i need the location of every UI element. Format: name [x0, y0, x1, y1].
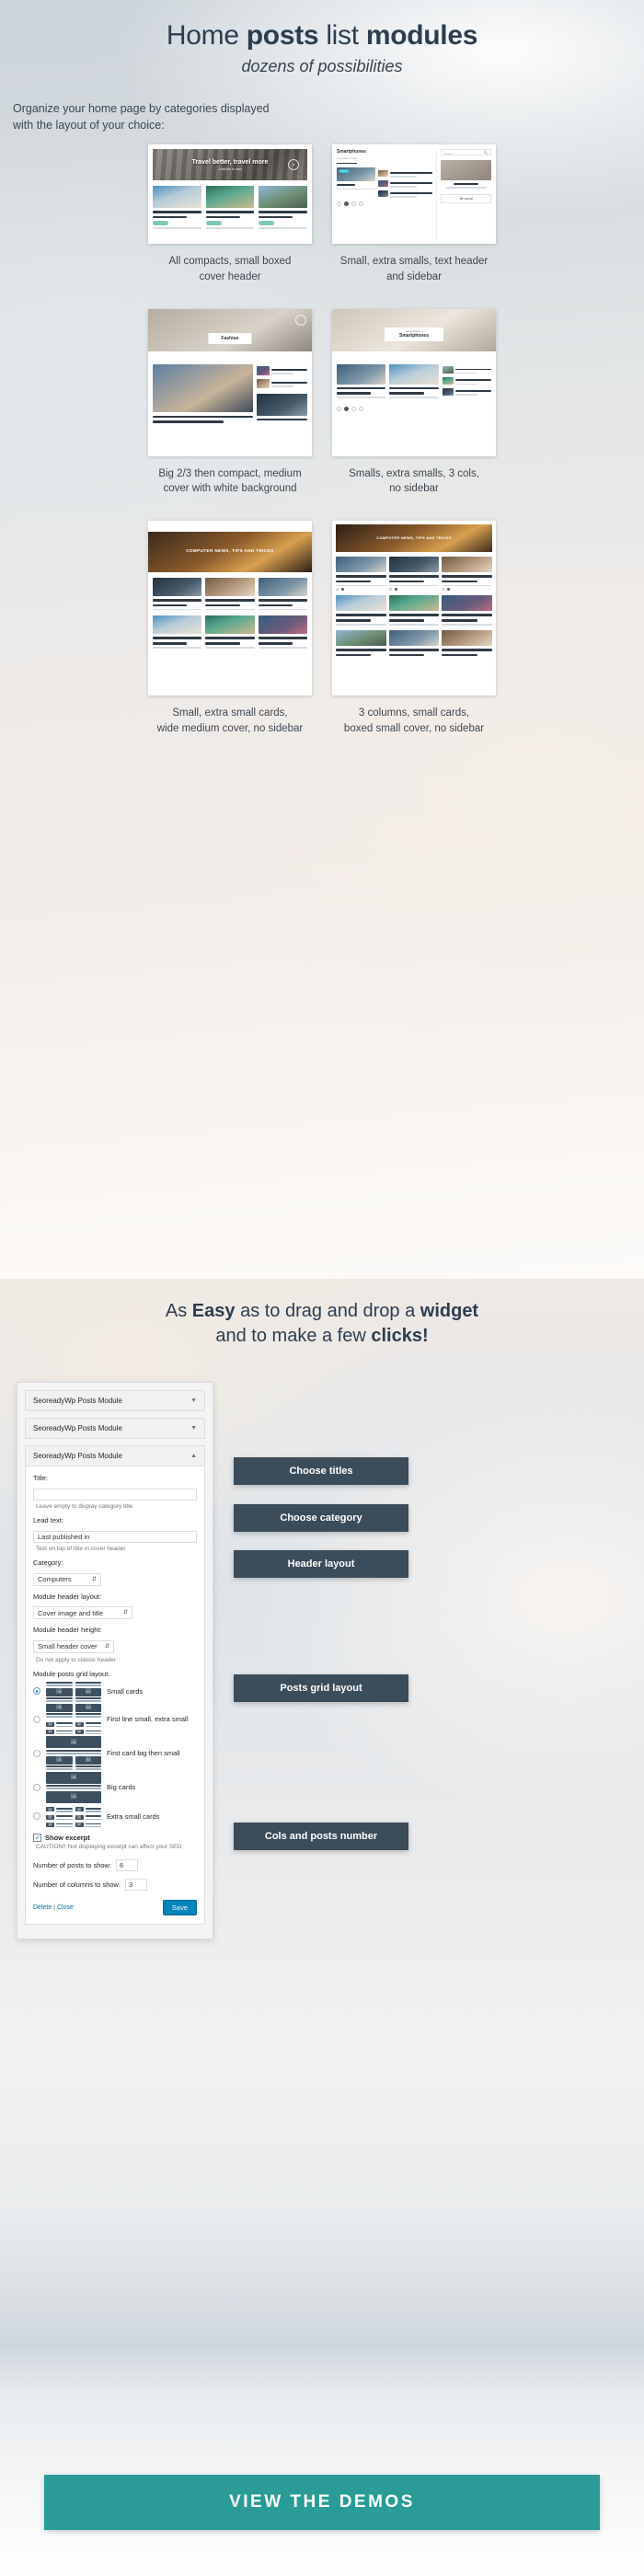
layout-caption-3: Big 2/3 then compact, medium cover with …	[158, 467, 302, 495]
grid-option-first-card-big[interactable]: First card big then small	[33, 1736, 197, 1770]
layout-preview-2[interactable]: Smartphones 5 articles to read Promo Sea…	[332, 144, 496, 245]
section-title: As Easy as to drag and drop a widget and…	[165, 1301, 479, 1346]
close-link[interactable]: Close	[57, 1904, 74, 1911]
preview-first-line-small	[46, 1703, 101, 1735]
preview-card	[153, 186, 201, 230]
layout-caption-6: 3 columns, small cards, boxed small cove…	[343, 707, 485, 734]
preview-card	[205, 186, 255, 230]
cols-number-label: Number of columns to show:	[33, 1880, 121, 1890]
save-button[interactable]: Save	[162, 1900, 197, 1916]
chevron-down-icon: ▼	[190, 1397, 197, 1404]
grid-layout-label: Module posts grid layout:	[33, 1669, 110, 1678]
layout-gallery: Travel better, travel more 4 articles to…	[0, 144, 644, 736]
layout-preview-5[interactable]: COMPUTER NEWS, TIPS AND TRICKS	[148, 520, 312, 696]
page-title: Home posts list modules	[166, 20, 478, 51]
title-label: Title:	[33, 1474, 48, 1482]
widget-links: Delete | Close	[33, 1904, 74, 1912]
hero-section: Home posts list modules dozens of possib…	[0, 0, 644, 1279]
header-layout-select[interactable]: Cover image and title ⇵	[33, 1606, 132, 1619]
updown-arrows-icon: ⇵	[104, 1643, 109, 1650]
widget-accordion-1[interactable]: SeoreadyWp Posts Module ▼	[25, 1390, 205, 1411]
radio-big-cards[interactable]	[33, 1783, 40, 1791]
callout-cols-posts-number[interactable]: Cols and posts number	[234, 1823, 408, 1850]
caution-text: CAUTION!! Not displaying excerpt can aff…	[36, 1844, 182, 1851]
callout-choose-category[interactable]: Choose category	[234, 1504, 408, 1532]
widget-form: Title: Leave empty to display category t…	[25, 1466, 205, 1926]
radio-small-cards[interactable]	[33, 1687, 40, 1696]
header-height-select[interactable]: Small header cover ⇵	[33, 1639, 114, 1653]
lead-text-input[interactable]	[33, 1531, 197, 1543]
header-height-label: Module header height:	[33, 1626, 102, 1634]
layout-preview-6[interactable]: COMPUTER NEWS, TIPS AND TRICKS	[332, 520, 496, 696]
grid-option-big-cards[interactable]: Big cards	[33, 1771, 197, 1803]
header-layout-label: Module header layout:	[33, 1592, 102, 1601]
widget-panel: SeoreadyWp Posts Module ▼ SeoreadyWp Pos…	[17, 1382, 213, 1940]
show-excerpt-row[interactable]: Show excerpt	[33, 1834, 197, 1843]
layout-card-5[interactable]: COMPUTER NEWS, TIPS AND TRICKS Small, ex…	[148, 520, 312, 736]
radio-extra-small-cards[interactable]	[33, 1812, 40, 1821]
chevron-down-icon: ▼	[190, 1425, 197, 1432]
layout-card-3[interactable]: Fashion Big 2/3 then compact, medium cov…	[148, 308, 312, 497]
grid-option-first-line-small[interactable]: First line small, extra small	[33, 1703, 197, 1735]
preview-small-cards	[46, 1681, 101, 1702]
category-label: Category:	[33, 1558, 63, 1567]
intro-text: Organize your home page by categories di…	[13, 102, 270, 132]
category-select[interactable]: Computers ⇵	[33, 1572, 101, 1586]
footer-background	[0, 2346, 644, 2576]
layout-row-3: COMPUTER NEWS, TIPS AND TRICKS Small, ex…	[0, 520, 644, 736]
cols-number-input[interactable]	[125, 1879, 148, 1892]
widget-section: As Easy as to drag and drop a widget and…	[0, 1279, 644, 2346]
layout-card-6[interactable]: COMPUTER NEWS, TIPS AND TRICKS 3 columns…	[332, 520, 496, 736]
callout-choose-titles[interactable]: Choose titles	[234, 1457, 408, 1485]
widget-accordion-2[interactable]: SeoreadyWp Posts Module ▼	[25, 1418, 205, 1439]
layout-caption-5: Small, extra small cards, wide medium co…	[156, 707, 304, 734]
layout-card-1[interactable]: Travel better, travel more 4 articles to…	[148, 144, 312, 284]
preview-big-cards	[46, 1771, 101, 1803]
grid-option-extra-small-cards[interactable]: Extra small cards	[33, 1805, 197, 1828]
posts-number-label: Number of posts to show:	[33, 1861, 112, 1870]
preview-extra-small-cards	[46, 1805, 101, 1828]
chevron-up-icon: ▲	[190, 1453, 197, 1459]
title-input[interactable]	[33, 1489, 197, 1501]
posts-number-input[interactable]	[116, 1859, 139, 1872]
layout-preview-1[interactable]: Travel better, travel more 4 articles to…	[148, 144, 312, 245]
grid-layout-options: Small cards First line small, extra smal…	[33, 1681, 197, 1828]
layout-card-4[interactable]: Last published in Smartphones Smalls, ex…	[332, 308, 496, 497]
page-subtitle: dozens of possibilities	[241, 57, 403, 75]
preview-card	[259, 186, 308, 230]
show-excerpt-label: Show excerpt	[45, 1834, 90, 1843]
lead-text-label: Lead text:	[33, 1516, 63, 1524]
cover-header: Travel better, travel more 4 articles to…	[153, 149, 307, 181]
preview-first-card-big	[46, 1736, 101, 1770]
callout-posts-grid-layout[interactable]: Posts grid layout	[234, 1674, 408, 1702]
updown-arrows-icon: ⇵	[122, 1610, 128, 1616]
callout-header-layout[interactable]: Header layout	[234, 1550, 408, 1578]
header-height-hint: Do not apply to classic header	[36, 1656, 117, 1663]
search-field[interactable]: Search...	[441, 149, 491, 156]
layout-row-2: Fashion Big 2/3 then compact, medium cov…	[0, 308, 644, 497]
layout-preview-4[interactable]: Last published in Smartphones	[332, 308, 496, 456]
grid-option-small-cards[interactable]: Small cards	[33, 1681, 197, 1702]
layout-preview-3[interactable]: Fashion	[148, 308, 312, 456]
callout-list: Choose titles Choose category Header lay…	[226, 1382, 627, 1939]
layout-caption-1: All compacts, small boxed cover header	[168, 256, 292, 282]
radio-first-line-small[interactable]	[33, 1715, 40, 1723]
title-hint: Leave empty to display category title	[36, 1503, 133, 1510]
delete-link[interactable]: Delete	[33, 1904, 52, 1911]
show-excerpt-checkbox[interactable]	[33, 1834, 41, 1843]
page-root: Home posts list modules dozens of possib…	[0, 0, 644, 2576]
widget-accordion-3[interactable]: SeoreadyWp Posts Module ▲	[25, 1445, 205, 1466]
layout-row-1: Travel better, travel more 4 articles to…	[0, 144, 644, 284]
posts-number-row: Number of posts to show:	[33, 1859, 197, 1872]
layout-caption-4: Smalls, extra smalls, 3 cols, no sidebar	[349, 467, 479, 495]
widget-demo: SeoreadyWp Posts Module ▼ SeoreadyWp Pos…	[0, 1349, 644, 1940]
widget-footer: Delete | Close Save	[33, 1900, 197, 1916]
view-demos-button[interactable]: VIEW THE DEMOS	[44, 2475, 600, 2530]
layout-caption-2: Small, extra smalls, text header and sid…	[339, 256, 489, 282]
updown-arrows-icon: ⇵	[91, 1576, 97, 1582]
radio-first-card-big[interactable]	[33, 1749, 40, 1757]
layout-card-2[interactable]: Smartphones 5 articles to read Promo Sea…	[332, 144, 496, 284]
cols-number-row: Number of columns to show:	[33, 1879, 197, 1892]
lead-text-hint: Text on top of title in cover header	[36, 1546, 126, 1552]
